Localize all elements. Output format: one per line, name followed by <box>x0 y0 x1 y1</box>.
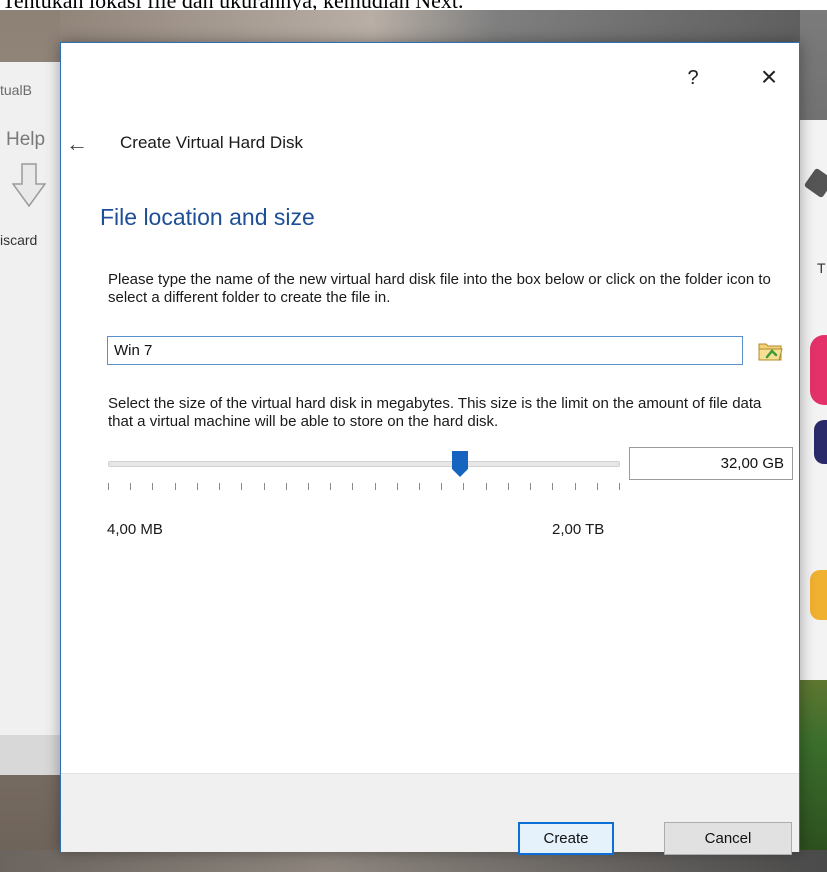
disk-size-slider-track[interactable] <box>108 461 620 467</box>
slider-tick <box>486 483 487 490</box>
close-icon: × <box>760 61 778 92</box>
slider-tick <box>552 483 553 490</box>
question-icon: ? <box>687 67 699 89</box>
cancel-button[interactable]: Cancel <box>664 822 792 855</box>
slider-tick <box>219 483 220 490</box>
choose-folder-button[interactable] <box>755 336 785 365</box>
background-help-menu[interactable]: Help <box>6 129 45 151</box>
page-caption: Tentukan lokasi file dan ukurannya, kemu… <box>0 0 827 10</box>
background-toolbar-label: iscard <box>0 232 38 248</box>
background-right-label: T <box>817 260 826 276</box>
location-description: Please type the name of the new virtual … <box>108 271 771 306</box>
background-decoration <box>810 335 827 405</box>
dialog-title-bar: ? × <box>61 43 799 103</box>
close-button[interactable]: × <box>751 59 787 95</box>
background-virtualbox-window: tualB Help iscard <box>0 62 61 774</box>
slider-tick <box>108 483 109 490</box>
slider-tick <box>397 483 398 490</box>
help-button[interactable]: ? <box>678 63 708 93</box>
slider-tick <box>619 483 620 490</box>
dialog-footer: Create Cancel <box>61 773 799 855</box>
slider-tick <box>441 483 442 490</box>
background-window-title: tualB <box>0 82 32 98</box>
slider-tick <box>241 483 242 490</box>
slider-min-label: 4,00 MB <box>107 521 163 538</box>
background-window-bottom <box>0 735 60 775</box>
slider-tick <box>352 483 353 490</box>
file-name-input[interactable] <box>107 336 743 365</box>
size-description: Select the size of the virtual hard disk… <box>108 395 762 430</box>
arrow-left-icon: ← <box>66 131 88 156</box>
slider-tick <box>575 483 576 490</box>
slider-max-label: 2,00 TB <box>552 521 605 538</box>
background-right-window: T <box>800 120 827 680</box>
discard-arrow-icon <box>12 163 46 208</box>
disk-size-slider-handle[interactable] <box>452 451 468 477</box>
slider-tick <box>308 483 309 490</box>
disk-size-slider-ticks <box>108 483 620 493</box>
background-decoration <box>810 570 827 620</box>
slider-tick <box>197 483 198 490</box>
page-caption-text: Tentukan lokasi file dan ukurannya, kemu… <box>2 0 464 10</box>
slider-tick <box>530 483 531 490</box>
slider-tick <box>597 483 598 490</box>
create-virtual-hard-disk-dialog: ? × ← Create Virtual Hard Disk File loca… <box>60 42 800 855</box>
slider-tick <box>130 483 131 490</box>
folder-icon <box>758 343 783 361</box>
slider-tick <box>419 483 420 490</box>
slider-tick <box>463 483 464 490</box>
slider-tick <box>264 483 265 490</box>
slider-tick <box>375 483 376 490</box>
slider-tick <box>330 483 331 490</box>
wizard-header-title: Create Virtual Hard Disk <box>120 133 303 152</box>
back-button[interactable]: ← <box>66 133 94 155</box>
slider-tick <box>175 483 176 490</box>
create-button[interactable]: Create <box>518 822 614 855</box>
background-disk-icon <box>803 167 827 199</box>
disk-size-input[interactable] <box>629 447 793 480</box>
page-title: File location and size <box>100 204 315 230</box>
slider-tick <box>152 483 153 490</box>
slider-tick <box>508 483 509 490</box>
slider-handle-icon <box>452 451 468 477</box>
background-decoration <box>814 420 827 464</box>
slider-tick <box>286 483 287 490</box>
